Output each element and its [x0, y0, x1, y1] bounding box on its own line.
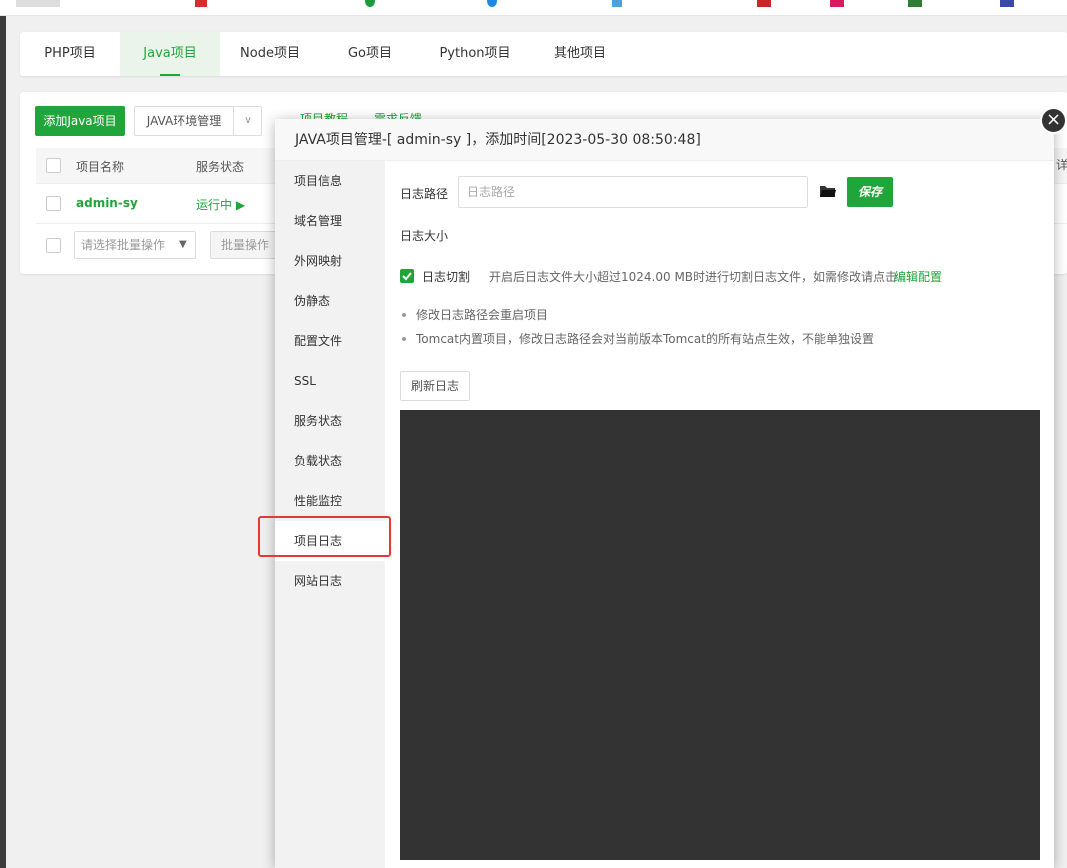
bookmark-icon[interactable] [1000, 0, 1014, 7]
sidebar-item-domain[interactable]: 域名管理 [275, 201, 385, 241]
sidebar-item-project-log[interactable]: 项目日志 [275, 521, 385, 561]
tip-bullet [402, 313, 406, 317]
bookmark-icon[interactable] [365, 0, 375, 7]
log-path-input[interactable]: 日志路径 [458, 176, 808, 208]
detail-column-header: 详 [1056, 158, 1067, 172]
log-cut-description: 开启后日志文件大小超过1024.00 MB时进行切割日志文件，如需修改请点击 [489, 270, 898, 284]
edit-config-link[interactable]: 编辑配置 [894, 268, 942, 285]
batch-select-checkbox[interactable] [46, 238, 61, 253]
tip-bullet [402, 337, 406, 341]
tab-label: Python项目 [439, 46, 511, 61]
batch-operation-button[interactable]: 批量操作 [210, 231, 280, 259]
column-header-name: 项目名称 [76, 160, 125, 174]
chevron-down-icon: ∨ [244, 115, 252, 126]
close-icon[interactable]: × [1040, 107, 1067, 134]
java-env-dropdown[interactable]: JAVA环境管理 ∨ [134, 106, 262, 136]
tab-other[interactable]: 其他项目 [530, 32, 630, 76]
log-output-area[interactable] [400, 410, 1040, 860]
java-env-label: JAVA环境管理 [146, 114, 222, 128]
project-type-tabs: PHP项目 Java项目 Node项目 Go项目 Python项目 其他项目 [20, 32, 1067, 76]
status-badge[interactable]: 运行中 ▶ [196, 196, 245, 213]
modal-sidebar: 项目信息 域名管理 外网映射 伪静态 配置文件 SSL 服务状态 负载状态 性能… [275, 161, 385, 868]
sidebar-item-service-status[interactable]: 服务状态 [275, 401, 385, 441]
tab-node[interactable]: Node项目 [220, 32, 320, 76]
modal-content: 日志路径 日志路径 保存 日志大小 日志切割 开启后日志文件大小超过1024.0… [385, 161, 1054, 868]
sidebar-item-site-log[interactable]: 网站日志 [275, 561, 385, 601]
refresh-log-button[interactable]: 刷新日志 [400, 371, 470, 401]
add-java-project-button[interactable]: 添加Java项目 [35, 106, 125, 136]
log-size-label: 日志大小 [400, 229, 449, 243]
sidebar-item-project-info[interactable]: 项目信息 [275, 161, 385, 201]
tab-python[interactable]: Python项目 [420, 32, 530, 76]
tab-label: Go项目 [347, 46, 393, 61]
project-name-link[interactable]: admin-sy [76, 196, 138, 210]
active-tab-underline [160, 74, 180, 76]
log-cut-checkbox[interactable] [400, 269, 414, 283]
column-header-status: 服务状态 [196, 160, 245, 174]
tab-label: PHP项目 [44, 46, 96, 61]
tip-text: Tomcat内置项目，修改日志路径会对当前版本Tomcat的所有站点生效，不能单… [416, 332, 874, 346]
folder-icon[interactable] [819, 183, 837, 199]
tab-label: 其他项目 [553, 46, 606, 61]
left-edge-strip [0, 0, 6, 868]
select-all-checkbox[interactable] [46, 158, 61, 173]
tab-php[interactable]: PHP项目 [20, 32, 120, 76]
bookmark-icon[interactable] [830, 0, 844, 7]
sidebar-item-external-mapping[interactable]: 外网映射 [275, 241, 385, 281]
tab-java[interactable]: Java项目 [120, 32, 220, 76]
modal-title: JAVA项目管理-[ admin-sy ]，添加时间[2023-05-30 08… [275, 119, 1054, 161]
batch-operation-select[interactable]: 请选择批量操作 ▼ [74, 231, 196, 259]
project-manage-modal: JAVA项目管理-[ admin-sy ]，添加时间[2023-05-30 08… [275, 119, 1054, 868]
sidebar-item-config-file[interactable]: 配置文件 [275, 321, 385, 361]
bookmark-item[interactable] [16, 0, 60, 7]
sidebar-item-rewrite[interactable]: 伪静态 [275, 281, 385, 321]
sidebar-item-ssl[interactable]: SSL [275, 361, 385, 401]
sidebar-item-load-status[interactable]: 负载状态 [275, 441, 385, 481]
tip-text: 修改日志路径会重启项目 [416, 308, 549, 322]
chevron-down-icon: ▼ [179, 239, 187, 250]
save-button[interactable]: 保存 [847, 177, 893, 207]
bookmark-icon[interactable] [487, 0, 497, 7]
bookmark-icon[interactable] [612, 0, 622, 7]
log-cut-label: 日志切割 [422, 270, 471, 284]
bookmark-bar [0, 0, 1067, 16]
sidebar-item-performance[interactable]: 性能监控 [275, 481, 385, 521]
row-checkbox[interactable] [46, 196, 61, 211]
log-path-label: 日志路径 [400, 187, 449, 201]
log-path-placeholder: 日志路径 [467, 185, 516, 199]
tab-go[interactable]: Go项目 [320, 32, 420, 76]
tab-label: Java项目 [143, 46, 197, 61]
bookmark-icon[interactable] [908, 0, 922, 7]
bookmark-icon[interactable] [195, 0, 207, 7]
check-icon [402, 272, 412, 281]
batch-select-placeholder: 请选择批量操作 [81, 238, 166, 252]
bookmark-icon[interactable] [757, 0, 771, 7]
tab-label: Node项目 [240, 46, 300, 61]
